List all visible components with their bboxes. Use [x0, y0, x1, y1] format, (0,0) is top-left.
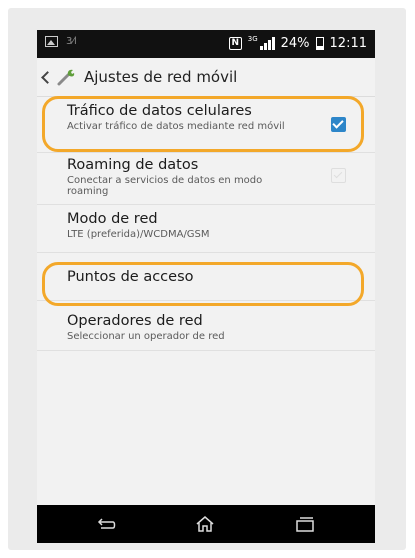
page-title: Ajustes de red móvil [84, 68, 238, 86]
item-summary: LTE (preferida)/WCDMA/GSM [67, 229, 210, 240]
highlight-mobile-data [42, 96, 364, 152]
item-summary: Conectar a servicios de datos en modo ro… [67, 175, 263, 197]
item-title: Roaming de datos [67, 157, 199, 173]
navigation-bar [37, 505, 375, 543]
signal-bars-icon [259, 37, 275, 50]
battery-icon [315, 37, 324, 50]
recent-apps-button[interactable] [294, 514, 316, 534]
network-type-label: 3G [247, 35, 258, 43]
settings-wrench-icon[interactable] [56, 67, 76, 87]
image-notification-icon [45, 36, 58, 47]
data-roaming-checkbox[interactable] [331, 168, 346, 183]
battery-percent: 24% [280, 36, 310, 51]
item-summary: Seleccionar un operador de red [67, 331, 225, 342]
home-button[interactable] [194, 514, 216, 534]
nfc-icon: N [228, 37, 242, 50]
list-item-network-mode[interactable]: Modo de red LTE (preferida)/WCDMA/GSM [37, 205, 375, 253]
list-item-network-operators[interactable]: Operadores de red Seleccionar un operado… [37, 301, 375, 351]
clock: 12:11 [329, 36, 367, 51]
status-right: N 3G 24% 12:11 [228, 35, 367, 51]
item-title: Modo de red [67, 211, 158, 227]
highlight-access-points [42, 262, 364, 306]
phone-screen: 3⁄l N 3G 24% 12:11 Ajustes de red móvil … [37, 30, 375, 543]
secondary-signal-icon: 3⁄l [66, 36, 77, 47]
status-left: 3⁄l [45, 36, 77, 47]
back-chevron-icon[interactable] [41, 70, 54, 84]
item-title: Operadores de red [67, 313, 203, 329]
back-button[interactable] [95, 514, 117, 534]
status-bar: 3⁄l N 3G 24% 12:11 [37, 30, 375, 58]
action-bar: Ajustes de red móvil [37, 58, 375, 97]
list-item-data-roaming[interactable]: Roaming de datos Conectar a servicios de… [37, 153, 375, 205]
